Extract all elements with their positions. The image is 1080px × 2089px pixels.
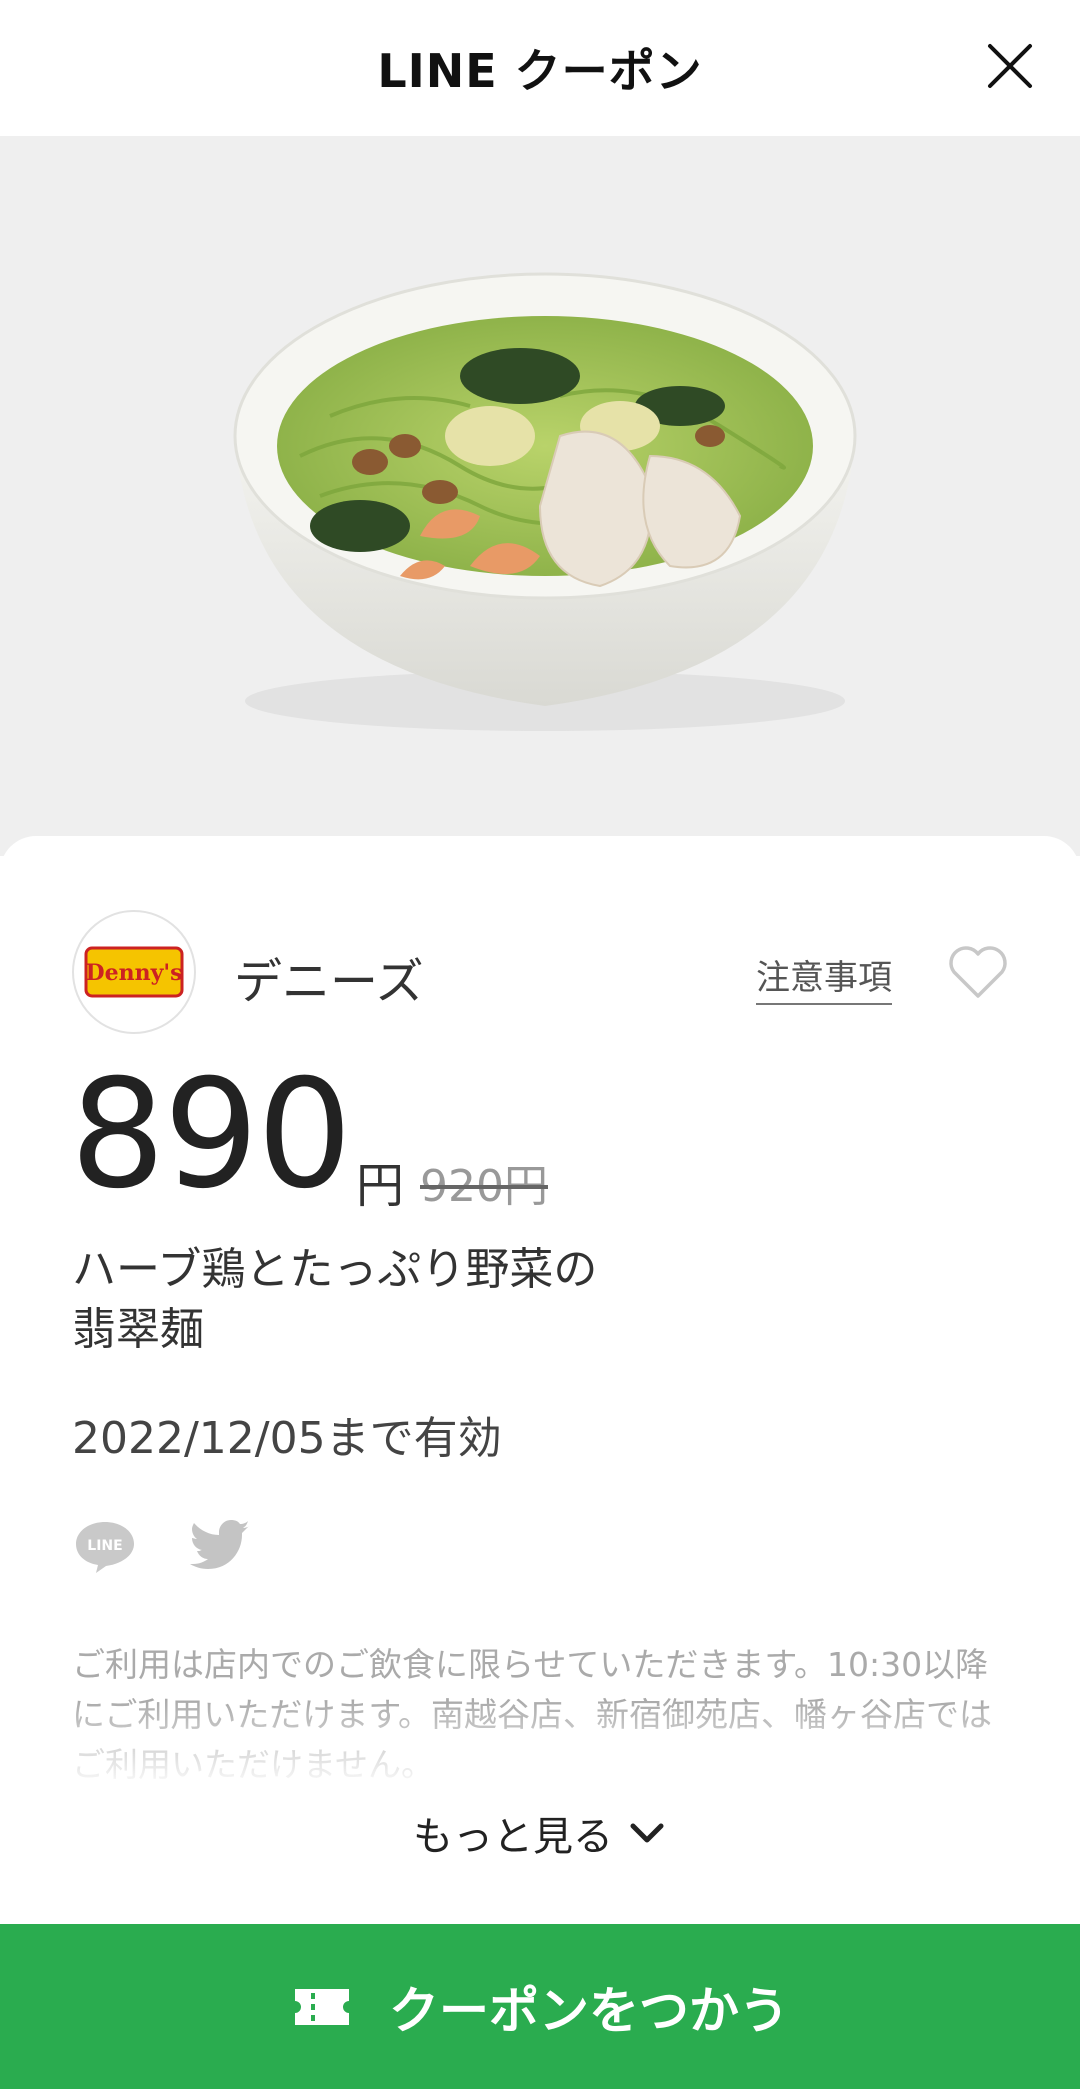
ticket-icon <box>295 1988 349 2025</box>
more-label: もっと見る <box>413 1814 613 1860</box>
use-coupon-button[interactable]: クーポンをつかう <box>0 1924 1080 2089</box>
product-image <box>0 136 1080 856</box>
validity-date: 2022/12/05まで有効 <box>72 1413 502 1464</box>
page-title: LINE クーポン <box>377 44 703 98</box>
chevron-down-icon <box>630 1823 664 1843</box>
more-button[interactable]: もっと見る <box>0 1804 1080 1862</box>
svg-text:Denny's: Denny's <box>86 960 183 986</box>
line-share-icon[interactable]: LINE <box>72 1516 138 1576</box>
store-logo: Denny's <box>72 910 196 1034</box>
close-icon[interactable] <box>982 38 1038 94</box>
twitter-icon[interactable] <box>188 1516 254 1576</box>
description-fade <box>0 1700 1080 1790</box>
product-name: ハーブ鶏とたっぷり野菜の 翡翠麺 <box>72 1240 772 1360</box>
price-currency: 円 <box>356 1158 405 1214</box>
use-coupon-label: クーポンをつかう <box>389 1981 789 2040</box>
notes-link[interactable]: 注意事項 <box>756 950 892 1005</box>
header-bar: LINE クーポン <box>0 0 1080 136</box>
original-price: 920円 <box>420 1161 548 1212</box>
store-name: デニーズ <box>234 954 424 1010</box>
heart-icon[interactable] <box>946 944 1010 1000</box>
coupon-price: 890 <box>70 1048 352 1222</box>
dennys-logo: Denny's <box>84 946 184 998</box>
product-name-line1: ハーブ鶏とたっぷり野菜の <box>72 1244 598 1295</box>
svg-text:LINE: LINE <box>87 1538 122 1554</box>
product-name-line2: 翡翠麺 <box>72 1304 204 1355</box>
